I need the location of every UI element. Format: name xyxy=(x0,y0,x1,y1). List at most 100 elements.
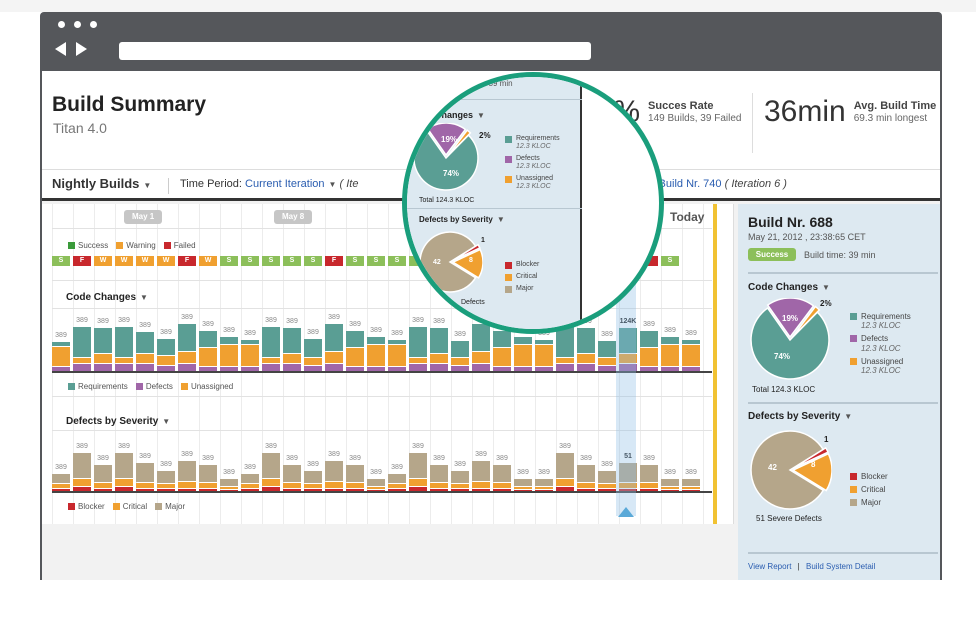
magnifier-lens: time: 39 min Changes ▼ 19% 74% 2% Total 1… xyxy=(402,72,664,334)
bar-segment xyxy=(577,328,595,353)
build-status-cell[interactable]: W xyxy=(199,256,217,266)
bar-value-label: 389 xyxy=(685,330,697,337)
bar[interactable]: 389 xyxy=(346,321,364,371)
build-status-cell[interactable]: S xyxy=(367,256,385,266)
build-status-cell[interactable]: S xyxy=(346,256,364,266)
bar[interactable]: 389 xyxy=(514,469,532,491)
bar[interactable]: 389 xyxy=(52,332,70,371)
bar[interactable]: 389 xyxy=(220,469,238,491)
bar[interactable]: 389 xyxy=(472,314,490,371)
bar[interactable]: 389 xyxy=(493,321,511,371)
window-dot-icon[interactable] xyxy=(58,21,65,28)
build-status-cell[interactable]: F xyxy=(73,256,91,266)
build-status-cell[interactable]: S xyxy=(283,256,301,266)
bar[interactable]: 389 xyxy=(535,469,553,491)
bar[interactable]: 389 xyxy=(199,455,217,491)
bar[interactable]: 389 xyxy=(199,321,217,371)
bar[interactable]: 389 xyxy=(598,331,616,371)
bar[interactable]: 389 xyxy=(262,443,280,491)
bar[interactable]: 389 xyxy=(283,455,301,491)
build-status-cell[interactable]: W xyxy=(136,256,154,266)
chevron-down-icon[interactable]: ▼ xyxy=(329,180,337,189)
bar[interactable]: 389 xyxy=(388,330,406,371)
bar[interactable]: 389 xyxy=(367,469,385,491)
bar[interactable]: 389 xyxy=(661,469,679,491)
build-status-cell[interactable]: S xyxy=(661,256,679,266)
bar[interactable]: 389 xyxy=(325,314,343,371)
bar[interactable]: 389 xyxy=(388,464,406,491)
code-changes-title[interactable]: Code Changes ▼ xyxy=(66,292,148,303)
build-status-cell[interactable]: S xyxy=(220,256,238,266)
view-dropdown[interactable]: Nightly Builds ▼ xyxy=(52,176,151,191)
build-status-cell[interactable]: W xyxy=(115,256,133,266)
bar[interactable]: 389 xyxy=(472,451,490,491)
build-status-cell[interactable]: W xyxy=(94,256,112,266)
build-status-cell[interactable]: S xyxy=(52,256,70,266)
bar[interactable]: 389 xyxy=(514,327,532,371)
build-status-cell[interactable]: W xyxy=(157,256,175,266)
bar[interactable]: 389 xyxy=(451,331,469,371)
build-system-detail-link[interactable]: Build System Detail xyxy=(806,562,875,571)
bar[interactable]: 389 xyxy=(640,455,658,491)
bar[interactable]: 389 xyxy=(73,317,91,371)
bar[interactable]: 389 xyxy=(52,464,70,491)
bar[interactable]: 389 xyxy=(430,318,448,371)
bar[interactable]: 389 xyxy=(115,443,133,491)
bar[interactable]: 389 xyxy=(556,317,574,371)
bar[interactable]: 389 xyxy=(409,443,427,491)
bar[interactable]: 389 xyxy=(178,314,196,371)
bar[interactable]: 389 xyxy=(640,321,658,371)
bar[interactable]: 389 xyxy=(367,327,385,371)
bar[interactable]: 389 xyxy=(493,455,511,491)
bar[interactable]: 389 xyxy=(94,318,112,371)
bar[interactable]: 389 xyxy=(409,317,427,371)
bar[interactable]: 389 xyxy=(283,318,301,371)
window-dot-icon[interactable] xyxy=(90,21,97,28)
bar[interactable]: 389 xyxy=(220,327,238,371)
bar[interactable]: 389 xyxy=(115,317,133,371)
build-status-cell[interactable]: S xyxy=(241,256,259,266)
bar[interactable]: 389 xyxy=(661,327,679,371)
bar[interactable]: 389 xyxy=(157,461,175,491)
unassigned-swatch-icon xyxy=(850,357,857,365)
forward-arrow-icon[interactable] xyxy=(76,42,87,56)
bar[interactable]: 389 xyxy=(535,330,553,371)
build-status-cell[interactable]: F xyxy=(325,256,343,266)
bar[interactable]: 389 xyxy=(577,318,595,371)
bar[interactable]: 389 xyxy=(346,455,364,491)
bar[interactable]: 389 xyxy=(241,330,259,371)
bar[interactable]: 389 xyxy=(262,317,280,371)
bar[interactable]: 389 xyxy=(682,330,700,371)
detail-defects-title[interactable]: Defects by Severity ▼ xyxy=(748,411,852,422)
bar[interactable]: 389 xyxy=(451,461,469,491)
bar[interactable]: 389 xyxy=(556,443,574,491)
bar[interactable]: 389 xyxy=(325,451,343,491)
bar[interactable]: 389 xyxy=(136,322,154,371)
bar[interactable]: 389 xyxy=(682,469,700,491)
bar[interactable]: 389 xyxy=(304,461,322,491)
bar[interactable]: 389 xyxy=(598,461,616,491)
build-status-cell[interactable]: S xyxy=(304,256,322,266)
bar[interactable]: 389 xyxy=(178,451,196,491)
bar[interactable]: 389 xyxy=(241,464,259,491)
build-status-cell[interactable]: S xyxy=(388,256,406,266)
back-arrow-icon[interactable] xyxy=(55,42,66,56)
bar[interactable]: 389 xyxy=(304,329,322,371)
build-status-cell[interactable]: S xyxy=(262,256,280,266)
build-status-cell[interactable]: F xyxy=(178,256,196,266)
bar[interactable]: 389 xyxy=(73,443,91,491)
bar[interactable]: 389 xyxy=(430,455,448,491)
address-bar[interactable] xyxy=(119,42,591,60)
bar[interactable]: 389 xyxy=(136,453,154,491)
time-period-dropdown[interactable]: Current Iteration xyxy=(245,178,324,190)
selection-handle-icon[interactable] xyxy=(618,507,634,517)
bar[interactable]: 389 xyxy=(577,455,595,491)
selected-build-link[interactable]: Build Nr. 740 xyxy=(659,178,722,190)
bar[interactable]: 389 xyxy=(157,329,175,371)
view-report-link[interactable]: View Report xyxy=(748,562,791,571)
bar[interactable]: 389 xyxy=(94,455,112,491)
defects-severity-title[interactable]: Defects by Severity ▼ xyxy=(66,416,170,427)
detail-code-changes-title[interactable]: Code Changes ▼ xyxy=(748,282,830,293)
bar-segment xyxy=(598,484,616,488)
window-dot-icon[interactable] xyxy=(74,21,81,28)
